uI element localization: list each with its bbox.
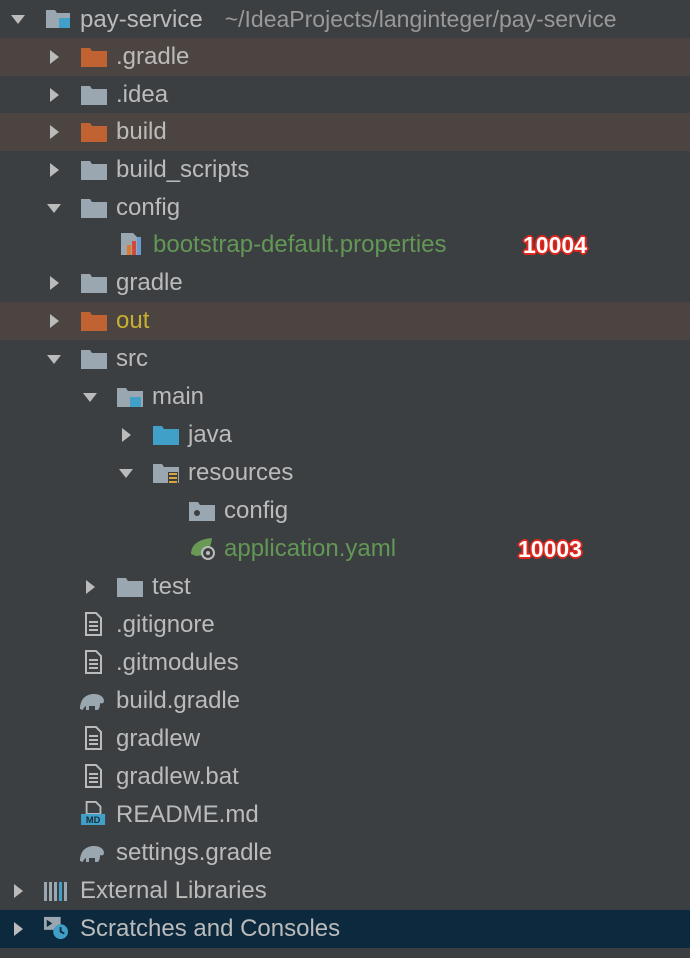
file-label: gradlew — [116, 725, 201, 752]
collapsed-arrow-icon[interactable] — [44, 160, 64, 180]
tree-row-idea[interactable]: .idea — [0, 76, 690, 114]
file-label: .gitmodules — [116, 649, 239, 676]
file-label: README.md — [116, 801, 259, 828]
folder-label: build — [116, 118, 167, 145]
folder-icon — [116, 575, 144, 599]
tree-row-resources[interactable]: resources — [0, 454, 690, 492]
folder-label: gradle — [116, 269, 183, 296]
excluded-folder-icon — [80, 45, 108, 69]
collapsed-arrow-icon[interactable] — [8, 919, 28, 939]
source-folder-icon — [152, 423, 180, 447]
folder-label: Scratches and Consoles — [80, 915, 341, 942]
excluded-folder-icon — [80, 309, 108, 333]
tree-row-settings-gradle[interactable]: settings.gradle — [0, 834, 690, 872]
file-label: bootstrap-default.properties — [153, 231, 447, 258]
tree-row-resources-config[interactable]: config — [0, 492, 690, 530]
gradle-elephant-icon — [78, 689, 106, 713]
folder-icon — [80, 271, 108, 295]
markdown-file-icon: MD — [80, 801, 108, 825]
excluded-folder-icon — [80, 120, 108, 144]
collapsed-arrow-icon[interactable] — [44, 47, 64, 67]
folder-label: test — [152, 573, 191, 600]
folder-icon — [188, 499, 216, 523]
folder-label: External Libraries — [80, 877, 267, 904]
collapsed-arrow-icon[interactable] — [44, 311, 64, 331]
collapsed-arrow-icon[interactable] — [80, 577, 100, 597]
folder-label: out — [116, 307, 150, 334]
module-folder-icon — [44, 6, 72, 30]
tree-row-config[interactable]: config — [0, 189, 690, 227]
tree-row-project-root[interactable]: pay-service ~/IdeaProjects/langinteger/pa… — [0, 0, 690, 38]
annotation-badge: 10004 — [523, 232, 587, 258]
annotation-badge: 10003 — [518, 536, 582, 562]
project-path: ~/IdeaProjects/langinteger/pay-service — [224, 5, 617, 32]
tree-row-out[interactable]: out — [0, 302, 690, 340]
tree-row-scratches-consoles[interactable]: Scratches and Consoles — [0, 910, 690, 948]
collapsed-arrow-icon[interactable] — [44, 85, 64, 105]
tree-row-build[interactable]: build — [0, 113, 690, 151]
folder-label: src — [116, 345, 148, 372]
expanded-arrow-icon[interactable] — [116, 463, 136, 483]
text-file-icon — [80, 612, 108, 636]
tree-row-build-scripts[interactable]: build_scripts — [0, 151, 690, 189]
collapsed-arrow-icon[interactable] — [44, 122, 64, 142]
project-name: pay-service ~/IdeaProjects/langinteger/pa… — [80, 5, 617, 33]
folder-label: resources — [188, 459, 294, 486]
folder-label: config — [224, 497, 289, 524]
text-file-icon — [80, 764, 108, 788]
tree-row-readme[interactable]: MD README.md — [0, 796, 690, 834]
file-label: application.yaml — [224, 535, 397, 562]
file-label: .gitignore — [116, 611, 215, 638]
tree-row-main[interactable]: main — [0, 378, 690, 416]
collapsed-arrow-icon[interactable] — [116, 425, 136, 445]
tree-row-gradle[interactable]: gradle — [0, 264, 690, 302]
folder-icon — [80, 83, 108, 107]
text-file-icon — [80, 726, 108, 750]
tree-row-external-libraries[interactable]: External Libraries — [0, 872, 690, 910]
expanded-arrow-icon[interactable] — [44, 198, 64, 218]
tree-row-gradlew[interactable]: gradlew — [0, 720, 690, 758]
folder-icon — [80, 196, 108, 220]
tree-row-src[interactable]: src — [0, 340, 690, 378]
folder-label: .gradle — [116, 43, 190, 70]
spring-config-file-icon — [188, 536, 216, 560]
expanded-arrow-icon[interactable] — [44, 349, 64, 369]
properties-file-icon — [118, 232, 146, 256]
tree-row-gitmodules[interactable]: .gitmodules — [0, 644, 690, 682]
file-label: settings.gradle — [116, 839, 273, 866]
resources-folder-icon — [152, 461, 180, 485]
tree-row-gradlew-bat[interactable]: gradlew.bat — [0, 758, 690, 796]
file-label: gradlew.bat — [116, 763, 239, 790]
tree-row-test[interactable]: test — [0, 568, 690, 606]
folder-label: java — [188, 421, 233, 448]
tree-row-build-gradle[interactable]: build.gradle — [0, 682, 690, 720]
tree-row-gitignore[interactable]: .gitignore — [0, 606, 690, 644]
gradle-elephant-icon — [78, 841, 106, 865]
svg-text:MD: MD — [86, 815, 101, 825]
expanded-arrow-icon[interactable] — [80, 387, 100, 407]
folder-icon — [80, 347, 108, 371]
folder-icon — [80, 158, 108, 182]
tree-row-gradle-dot[interactable]: .gradle — [0, 38, 690, 76]
folder-label: .idea — [116, 81, 169, 108]
tree-row-java[interactable]: java — [0, 416, 690, 454]
text-file-icon — [80, 650, 108, 674]
folder-label: main — [152, 383, 205, 410]
file-label: build.gradle — [116, 687, 241, 714]
tree-row-application-yaml[interactable]: application.yaml 10003 — [0, 530, 690, 568]
folder-label: config — [116, 194, 181, 221]
tree-row-bootstrap-properties[interactable]: bootstrap-default.properties 10004 — [0, 226, 690, 264]
folder-label: build_scripts — [116, 156, 250, 183]
collapsed-arrow-icon[interactable] — [8, 881, 28, 901]
collapsed-arrow-icon[interactable] — [44, 273, 64, 293]
libraries-icon — [42, 879, 70, 903]
module-folder-icon — [116, 385, 144, 409]
expanded-arrow-icon[interactable] — [8, 9, 28, 29]
scratches-icon — [42, 916, 70, 940]
